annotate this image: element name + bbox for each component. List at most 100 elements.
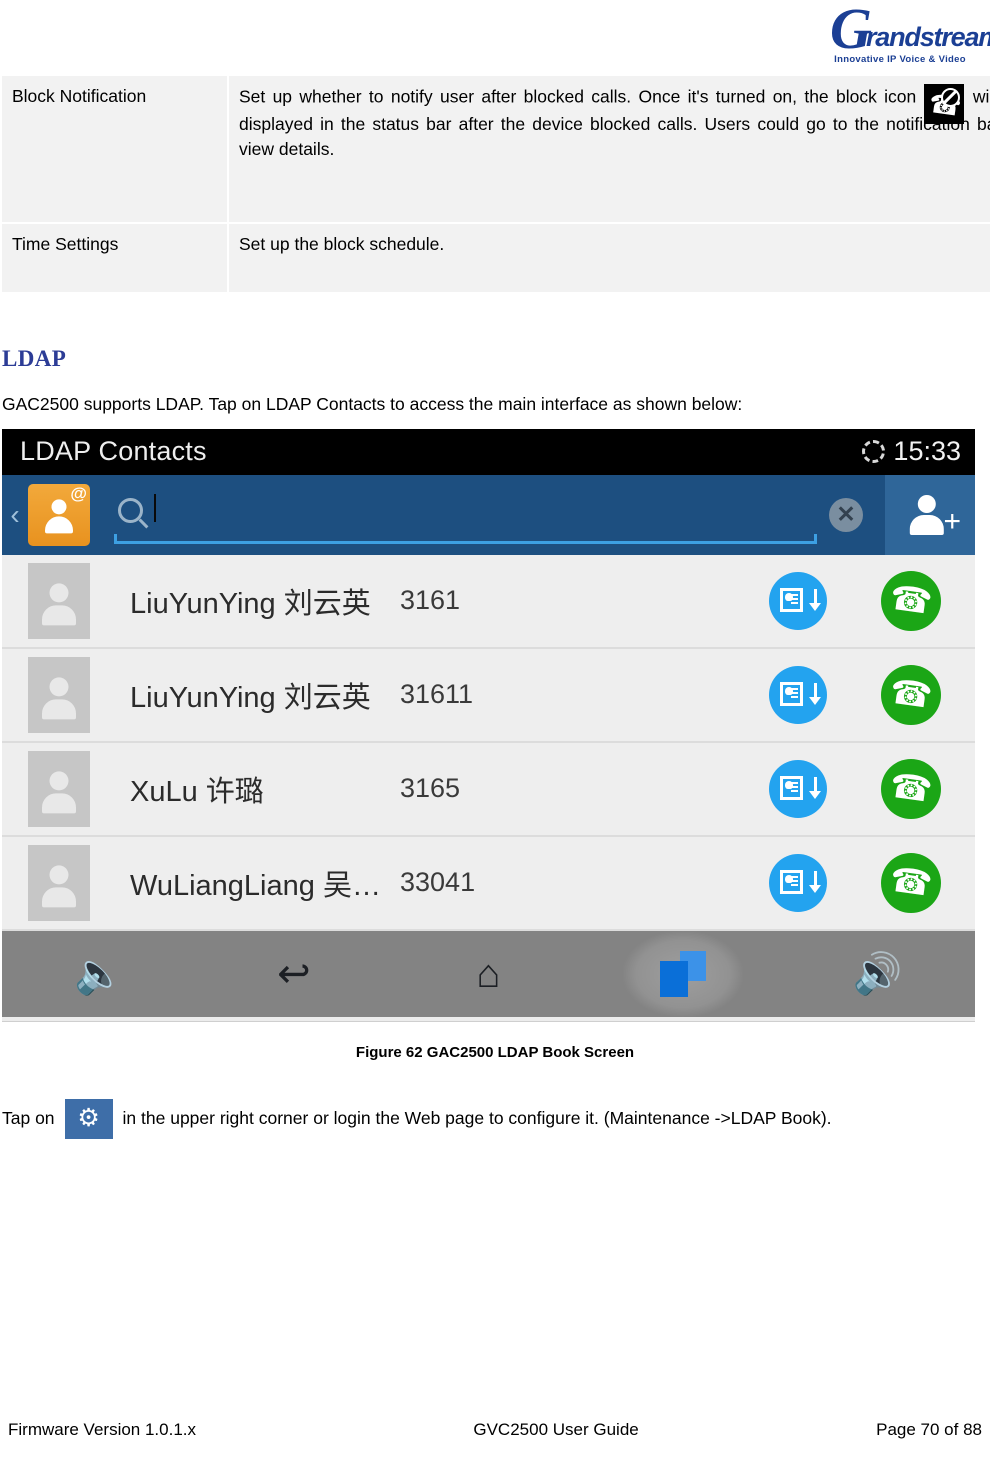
row-actions: ☎	[769, 570, 941, 631]
avatar	[28, 562, 90, 639]
tap-text-after: in the upper right corner or login the W…	[122, 1108, 832, 1129]
person-glyph	[40, 582, 78, 625]
handset-glyph: ☎	[887, 672, 935, 716]
settings-table: Block Notification Set up whether to not…	[0, 74, 990, 294]
handset-glyph: ☎	[887, 860, 935, 904]
sync-icon	[862, 440, 886, 463]
setting-label: Time Settings	[12, 234, 119, 254]
setting-label-cell: Block Notification	[0, 74, 229, 224]
logo-g-letter: G	[830, 0, 872, 61]
call-icon[interactable]: ☎	[881, 664, 941, 725]
person-head	[917, 494, 936, 513]
blocked-call-icon: ☎	[923, 84, 964, 124]
gear-icon: ⚙	[64, 1098, 113, 1139]
grandstream-logo: G randstream Innovative IP Voice & Video	[812, 0, 990, 64]
person-glyph	[907, 494, 947, 535]
screen-title: LDAP Contacts	[20, 436, 207, 466]
section-intro-text: GAC2500 supports LDAP. Tap on LDAP Conta…	[2, 394, 743, 414]
page-header: G randstream Innovative IP Voice & Video	[0, 0, 990, 72]
person-head	[51, 498, 67, 514]
down-arrow-glyph	[809, 682, 821, 705]
avatar	[28, 656, 90, 733]
call-icon[interactable]: ☎	[881, 570, 941, 631]
table-row: Time Settings Set up the block schedule.	[0, 222, 990, 294]
footer-document-title: GVC2500 User Guide	[473, 1420, 639, 1439]
person-glyph	[40, 770, 78, 813]
call-icon[interactable]: ☎	[881, 758, 941, 819]
section-heading: LDAP	[2, 346, 67, 371]
tap-instruction: Tap on ⚙ in the upper right corner or lo…	[2, 1098, 990, 1139]
list-item[interactable]: LiuYunYing 刘云英 3161 ☎	[2, 554, 975, 649]
search-bar: ‹ @ ✕ +	[2, 474, 975, 555]
person-glyph	[40, 676, 78, 719]
person-head	[49, 864, 69, 884]
back-button[interactable]: ↩	[234, 931, 354, 1017]
add-contact-button[interactable]: +	[885, 474, 975, 555]
list-item[interactable]: LiuYunYing 刘云英 31611 ☎	[2, 648, 975, 743]
avatar	[28, 750, 90, 827]
contact-card-glyph	[780, 681, 803, 706]
setting-description-cell: Set up whether to notify user after bloc…	[227, 74, 990, 224]
recent-card-front	[660, 960, 689, 997]
search-input[interactable]	[114, 484, 817, 546]
status-clock: 15:33	[893, 436, 961, 466]
device-screenshot: LDAP Contacts 15:33 ‹ @ ✕ + LiuYunYing 刘…	[2, 428, 975, 1022]
recent-apps-button[interactable]	[623, 930, 744, 1017]
at-badge: @	[70, 483, 87, 503]
list-item[interactable]: WuLiangLiang 吴… 33041 ☎	[2, 836, 975, 931]
contact-name: XuLu 许璐	[130, 775, 264, 808]
logo-mark: G randstream Innovative IP Voice & Video	[812, 0, 990, 64]
volume-down-button[interactable]: 🔈	[39, 931, 159, 1017]
logo-tagline: Innovative IP Voice & Video	[834, 54, 966, 65]
contact-name: LiuYunYing 刘云英	[130, 681, 371, 714]
call-icon[interactable]: ☎	[881, 852, 941, 913]
row-actions: ☎	[769, 664, 941, 725]
down-arrow-glyph	[809, 870, 821, 893]
save-contact-icon[interactable]	[769, 571, 827, 630]
android-navigation-bar: 🔈 ↩ ⌂ 🔊	[2, 930, 975, 1017]
clear-search-button[interactable]: ✕	[829, 497, 863, 532]
device-status-bar: LDAP Contacts 15:33	[2, 428, 975, 475]
row-actions: ☎	[769, 852, 941, 913]
contact-name: LiuYunYing 刘云英	[130, 587, 371, 620]
contact-name: WuLiangLiang 吴…	[130, 869, 381, 902]
contact-number: 3161	[400, 585, 461, 615]
save-contact-icon[interactable]	[769, 759, 827, 818]
ldap-account-icon[interactable]: @	[28, 483, 90, 546]
person-body	[42, 792, 76, 813]
setting-description-cell: Set up the block schedule.	[227, 222, 990, 294]
search-icon	[118, 497, 143, 523]
ban-badge	[940, 88, 960, 107]
down-arrow-glyph	[809, 776, 821, 799]
person-head	[49, 770, 69, 790]
avatar	[28, 844, 90, 921]
person-body	[42, 604, 76, 625]
logo-wordmark: randstream	[866, 22, 990, 52]
figure-caption: Figure 62 GAC2500 LDAP Book Screen	[355, 1043, 635, 1061]
handset-glyph: ☎	[887, 766, 935, 810]
contact-card-glyph	[780, 869, 803, 894]
person-head	[49, 676, 69, 696]
contact-card-glyph	[780, 775, 803, 800]
handset-glyph: ☎	[887, 578, 935, 622]
person-glyph	[40, 864, 78, 907]
contact-number: 31611	[400, 679, 474, 709]
person-body	[42, 698, 76, 719]
status-bar-right: 15:33	[862, 436, 961, 467]
save-contact-icon[interactable]	[769, 665, 827, 724]
contact-number: 33041	[400, 867, 476, 897]
setting-label: Block Notification	[12, 86, 147, 106]
page-footer: Firmware Version 1.0.1.x GVC2500 User Gu…	[0, 1420, 990, 1440]
table-row: Block Notification Set up whether to not…	[0, 74, 990, 224]
person-body	[909, 514, 944, 535]
volume-up-button[interactable]: 🔊	[818, 931, 938, 1017]
tap-text-before: Tap on	[2, 1108, 55, 1129]
contact-number: 3165	[400, 773, 461, 803]
footer-firmware-version: Firmware Version 1.0.1.x	[8, 1420, 197, 1439]
list-item[interactable]: XuLu 许璐 3165 ☎	[2, 742, 975, 837]
back-chevron-icon[interactable]: ‹	[4, 500, 26, 529]
contact-card-glyph	[780, 587, 803, 612]
person-head	[49, 582, 69, 602]
home-button[interactable]: ⌂	[428, 931, 548, 1017]
save-contact-icon[interactable]	[769, 853, 827, 912]
